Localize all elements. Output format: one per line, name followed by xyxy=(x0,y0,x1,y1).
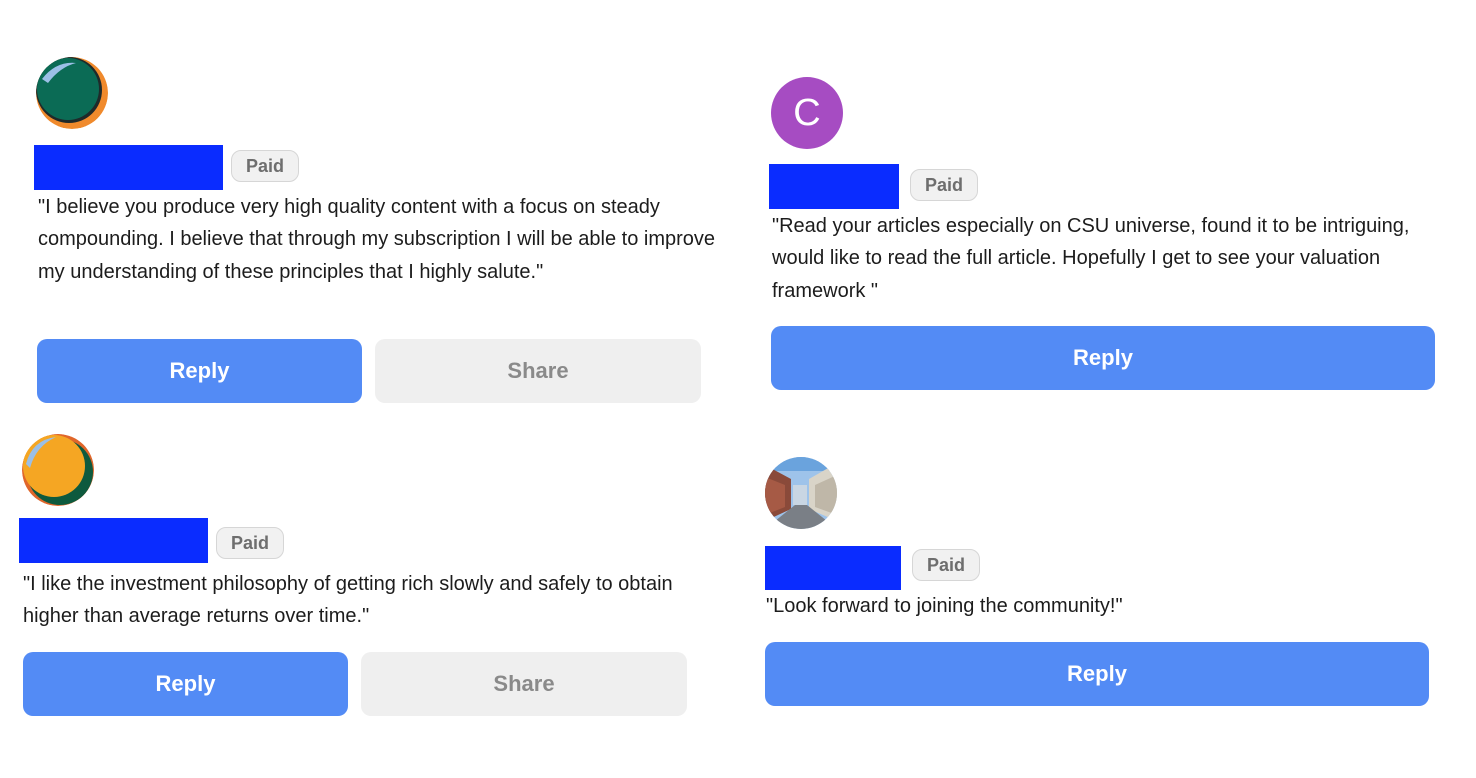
redacted-username xyxy=(769,164,899,209)
paid-badge: Paid xyxy=(912,549,981,581)
comment-text: "I like the investment philosophy of get… xyxy=(23,573,673,628)
user-avatar[interactable] xyxy=(36,57,108,129)
street-photo-icon xyxy=(765,457,837,529)
paid-badge: Paid xyxy=(216,527,285,559)
share-button[interactable]: Share xyxy=(375,339,701,403)
redacted-username xyxy=(34,145,223,190)
abstract-circle-icon xyxy=(36,57,108,129)
abstract-circle-icon xyxy=(22,434,94,506)
redacted-username xyxy=(765,546,901,590)
share-button[interactable]: Share xyxy=(361,652,687,716)
reply-button[interactable]: Reply xyxy=(771,326,1435,390)
comment-text: "I believe you produce very high quality… xyxy=(38,196,716,283)
redacted-username xyxy=(19,518,208,563)
user-avatar[interactable] xyxy=(22,434,94,506)
user-avatar[interactable] xyxy=(765,457,837,529)
reply-button[interactable]: Reply xyxy=(37,339,362,403)
paid-badge: Paid xyxy=(910,169,979,201)
reply-button[interactable]: Reply xyxy=(765,642,1429,706)
comment-text: "Look forward to joining the community!" xyxy=(766,595,1123,617)
user-avatar[interactable]: C xyxy=(771,77,843,149)
reply-button[interactable]: Reply xyxy=(23,652,348,716)
comment-text: "Read your articles especially on CSU un… xyxy=(772,215,1410,302)
paid-badge: Paid xyxy=(231,150,300,182)
